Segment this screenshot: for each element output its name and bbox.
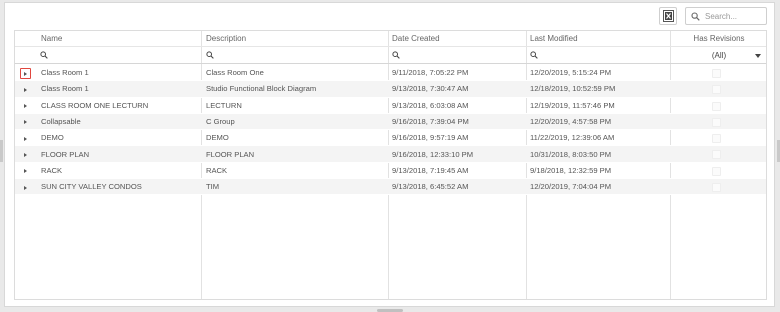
column-header-row: Name Description Date Created Last Modif… [15, 31, 766, 47]
expand-row-button[interactable] [20, 117, 31, 128]
table-row[interactable]: Class Room 1 Class Room One 9/11/2018, 7… [15, 65, 766, 82]
cell-last-modified: 11/22/2019, 12:39:06 AM [530, 133, 615, 143]
search-icon [40, 51, 48, 59]
cell-description: DEMO [206, 133, 229, 143]
toolbar [5, 3, 774, 30]
column-header-label: Name [41, 34, 63, 43]
cell-date-created: 9/13/2018, 6:45:52 AM [392, 182, 469, 192]
date-created-filter[interactable] [392, 47, 400, 63]
cell-date-created: 9/13/2018, 7:19:45 AM [392, 165, 469, 175]
cell-date-created: 9/11/2018, 7:05:22 PM [392, 68, 469, 78]
excel-export-button[interactable] [659, 7, 677, 25]
cell-last-modified: 10/31/2018, 8:03:50 PM [530, 149, 612, 159]
left-splitter-handle[interactable] [0, 140, 3, 162]
expand-row-button[interactable] [20, 149, 31, 160]
table-row[interactable]: DEMO DEMO 9/16/2018, 9:57:19 AM 11/22/20… [15, 130, 766, 147]
expand-arrow-icon [24, 71, 27, 76]
cell-last-modified: 12/18/2019, 10:52:59 PM [530, 84, 616, 94]
search-icon [206, 51, 214, 59]
documents-grid: Name Description Date Created Last Modif… [14, 30, 767, 300]
description-filter[interactable] [206, 47, 214, 63]
table-row[interactable]: RACK RACK 9/13/2018, 7:19:45 AM 9/18/201… [15, 163, 766, 180]
expand-row-button[interactable] [20, 101, 31, 112]
search-input[interactable] [705, 11, 763, 21]
column-header-description[interactable]: Description [206, 31, 246, 46]
column-header-date-created[interactable]: Date Created [392, 31, 440, 46]
expand-arrow-icon [24, 87, 27, 92]
cell-last-modified: 12/20/2019, 7:04:04 PM [530, 182, 612, 192]
cell-description: C Group [206, 117, 235, 127]
expand-row-button[interactable] [20, 84, 31, 95]
column-header-label: Has Revisions [693, 34, 745, 43]
search-box[interactable] [685, 7, 767, 25]
column-header-name[interactable]: Name [41, 31, 62, 46]
cell-name: Collapsable [41, 117, 81, 127]
cell-description: Class Room One [206, 68, 264, 78]
has-revisions-checkbox [712, 183, 721, 193]
expand-arrow-icon [24, 169, 27, 174]
cell-description: LECTURN [206, 100, 242, 110]
cell-date-created: 9/16/2018, 9:57:19 AM [392, 133, 469, 143]
cell-description: TIM [206, 182, 220, 192]
column-header-has-revisions[interactable]: Has Revisions [671, 31, 767, 46]
cell-date-created: 9/13/2018, 6:03:08 AM [392, 100, 469, 110]
column-header-label: Date Created [392, 34, 440, 43]
table-row[interactable]: FLOOR PLAN FLOOR PLAN 9/16/2018, 12:33:1… [15, 146, 766, 163]
grid-body: Class Room 1 Class Room One 9/11/2018, 7… [15, 65, 766, 196]
excel-export-icon [662, 10, 674, 22]
documents-panel: Name Description Date Created Last Modif… [4, 2, 775, 307]
cell-name: Class Room 1 [41, 84, 89, 94]
cell-name: Class Room 1 [41, 68, 89, 78]
expand-arrow-icon [24, 120, 27, 125]
filter-row: (All) [15, 47, 766, 64]
expand-row-button[interactable] [20, 182, 31, 193]
cell-date-created: 9/16/2018, 12:33:10 PM [392, 149, 474, 159]
cell-name: CLASS ROOM ONE LECTURN [41, 100, 149, 110]
expand-arrow-icon [24, 152, 27, 157]
search-icon [691, 11, 700, 21]
table-row[interactable]: SUN CITY VALLEY CONDOS TIM 9/13/2018, 6:… [15, 179, 766, 196]
cell-name: DEMO [41, 133, 64, 143]
table-row[interactable]: Collapsable C Group 9/16/2018, 7:39:04 P… [15, 113, 766, 131]
last-modified-filter[interactable] [530, 47, 538, 63]
chevron-down-icon [755, 54, 761, 58]
expand-arrow-icon [24, 104, 27, 109]
cell-name: RACK [41, 165, 63, 175]
cell-name: FLOOR PLAN [41, 149, 90, 159]
expand-row-button[interactable] [20, 166, 31, 177]
column-header-last-modified[interactable]: Last Modified [530, 31, 578, 46]
has-revisions-checkbox [712, 134, 721, 144]
cell-name: SUN CITY VALLEY CONDOS [41, 182, 142, 192]
has-revisions-checkbox [712, 85, 721, 95]
search-icon [530, 51, 538, 59]
has-revisions-checkbox [712, 69, 721, 78]
table-row[interactable]: Class Room 1 Studio Functional Block Dia… [15, 81, 766, 98]
column-header-label: Last Modified [530, 34, 578, 43]
has-revisions-filter-select[interactable]: (All) [671, 47, 767, 63]
cell-last-modified: 9/18/2018, 12:32:59 PM [530, 165, 612, 175]
expand-row-button[interactable] [20, 133, 31, 144]
cell-date-created: 9/13/2018, 7:30:47 AM [392, 84, 469, 94]
has-revisions-filter-value: (All) [711, 50, 727, 60]
cell-description: Studio Functional Block Diagram [206, 84, 317, 94]
cell-date-created: 9/16/2018, 7:39:04 PM [392, 117, 469, 127]
has-revisions-checkbox [712, 117, 721, 127]
has-revisions-checkbox [712, 150, 721, 160]
table-row[interactable]: CLASS ROOM ONE LECTURN LECTURN 9/13/2018… [15, 98, 766, 114]
cell-last-modified: 12/19/2019, 11:57:46 PM [530, 100, 615, 110]
has-revisions-checkbox [712, 101, 721, 111]
cell-last-modified: 12/20/2019, 5:15:24 PM [530, 68, 612, 78]
name-filter[interactable] [40, 47, 48, 63]
cell-description: FLOOR PLAN [206, 149, 255, 159]
column-header-label: Description [206, 34, 247, 43]
has-revisions-checkbox [712, 166, 721, 176]
search-icon [392, 51, 400, 59]
expand-row-button[interactable] [20, 68, 31, 79]
expand-arrow-icon [24, 185, 27, 190]
cell-description: RACK [206, 165, 228, 175]
cell-last-modified: 12/20/2019, 4:57:58 PM [530, 117, 612, 127]
expand-arrow-icon [24, 136, 27, 141]
